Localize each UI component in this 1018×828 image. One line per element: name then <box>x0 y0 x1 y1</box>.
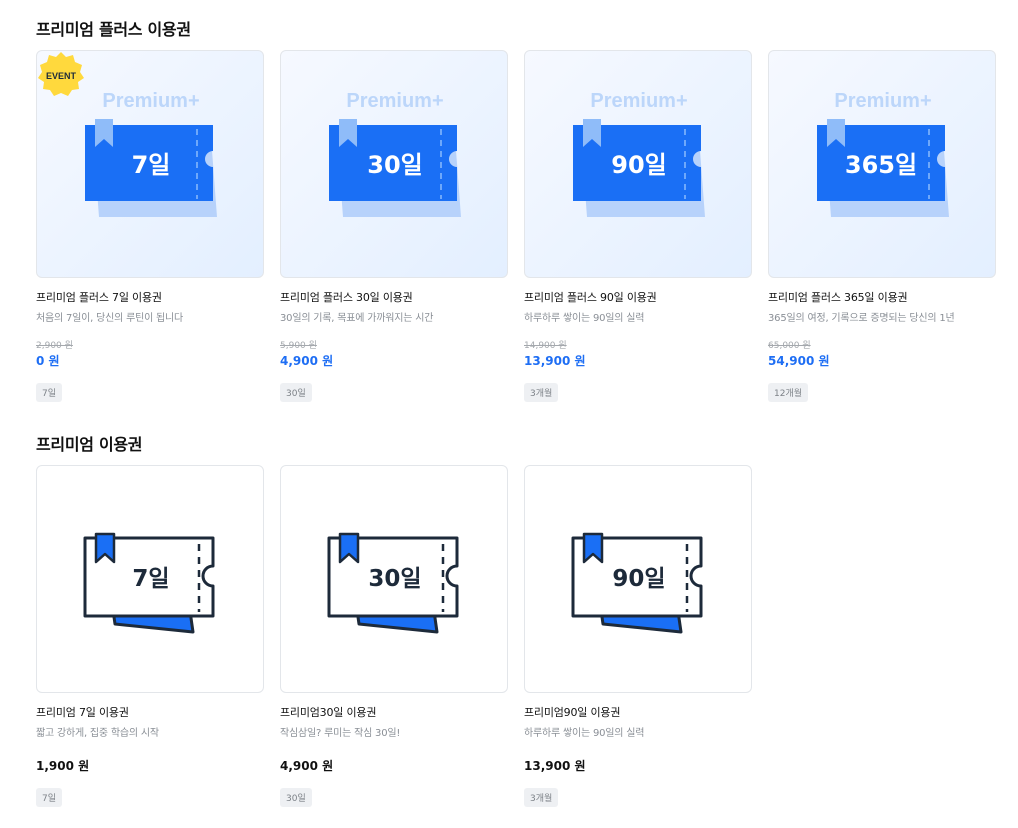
premium-plus-label: Premium+ <box>102 90 199 112</box>
duration-tag: 3개월 <box>524 383 559 402</box>
original-price: 5,900 원 <box>280 341 317 351</box>
card-subtitle: 처음의 7일이, 당신의 루틴이 됩니다 <box>36 313 184 324</box>
card-subtitle: 하루하루 쌓이는 90일의 실력 <box>524 728 645 739</box>
ticket-days-label: 90일 <box>612 566 665 592</box>
basic-section-title: 프리미엄 이용권 <box>36 435 143 454</box>
basic-card-90[interactable]: 90일 프리미엄90일 이용권 하루하루 쌓이는 90일의 실력 13,900 … <box>524 465 752 807</box>
sale-price: 13,900 원 <box>524 354 586 368</box>
ticket-days-label: 30일 <box>368 566 421 592</box>
ticket-thumbnail: Premium+ 7일 EVENT <box>36 50 264 278</box>
ticket-plus-icon: Premium+ 30일 <box>329 90 461 217</box>
ticket-plus-icon: Premium+ 365일 <box>817 90 949 217</box>
ticket-days-label: 7일 <box>132 151 171 179</box>
premium-plus-label: Premium+ <box>834 90 931 112</box>
plus-card-7[interactable]: Premium+ 7일 EVENT 프리미엄 플러스 7일 이용권 처음의 7일… <box>36 50 264 402</box>
ticket-thumbnail: 7일 <box>36 465 264 693</box>
card-subtitle: 짧고 강하게, 집중 학습의 시작 <box>36 728 159 739</box>
plus-card-30[interactable]: Premium+ 30일 프리미엄 플러스 30일 이용권 30일의 기록, 목… <box>280 50 508 402</box>
sale-price: 0 원 <box>36 354 60 368</box>
duration-tag: 12개월 <box>768 383 809 402</box>
duration-tag: 30일 <box>280 383 312 402</box>
card-title: 프리미엄 플러스 7일 이용권 <box>36 291 162 304</box>
ticket-days-label: 90일 <box>611 151 666 179</box>
duration-tag: 30일 <box>280 788 312 807</box>
sale-price: 4,900 원 <box>280 354 334 368</box>
price: 13,900 원 <box>524 759 586 773</box>
ticket-outline-icon: 7일 <box>83 532 215 634</box>
premium-plus-label: Premium+ <box>590 90 687 112</box>
ticket-days-label: 30일 <box>367 151 422 179</box>
ticket-plus-icon: Premium+ 90일 <box>573 90 705 217</box>
ticket-thumbnail: 90일 <box>524 465 752 693</box>
ticket-days-label: 7일 <box>132 566 169 592</box>
basic-card-7[interactable]: 7일 프리미엄 7일 이용권 짧고 강하게, 집중 학습의 시작 1,900 원… <box>36 465 264 807</box>
ticket-outline-icon: 30일 <box>327 532 459 634</box>
card-subtitle: 365일의 여정, 기록으로 증명되는 당신의 1년 <box>768 313 955 324</box>
ticket-outline-icon: 90일 <box>571 532 703 634</box>
ticket-thumbnail: Premium+ 30일 <box>280 50 508 278</box>
card-subtitle: 30일의 기록, 목표에 가까워지는 시간 <box>280 313 434 324</box>
plus-card-90[interactable]: Premium+ 90일 프리미엄 플러스 90일 이용권 하루하루 쌓이는 9… <box>524 50 752 402</box>
premium-plus-label: Premium+ <box>346 90 443 112</box>
card-title: 프리미엄90일 이용권 <box>524 706 621 719</box>
price: 4,900 원 <box>280 759 334 773</box>
card-title: 프리미엄 플러스 365일 이용권 <box>768 291 908 304</box>
card-subtitle: 작심삼일? 루미는 작심 30일! <box>280 728 401 739</box>
ticket-thumbnail: Premium+ 365일 <box>768 50 996 278</box>
original-price: 14,900 원 <box>524 341 567 351</box>
duration-tag: 3개월 <box>524 788 559 807</box>
card-title: 프리미엄30일 이용권 <box>280 706 377 719</box>
card-title: 프리미엄 플러스 30일 이용권 <box>280 291 413 304</box>
sale-price: 54,900 원 <box>768 354 830 368</box>
ticket-days-label: 365일 <box>845 151 917 179</box>
original-price: 65,000 원 <box>768 341 811 351</box>
card-title: 프리미엄 7일 이용권 <box>36 706 129 719</box>
basic-card-30[interactable]: 30일 프리미엄30일 이용권 작심삼일? 루미는 작심 30일! 4,900 … <box>280 465 508 807</box>
event-badge-icon: EVENT <box>38 52 84 96</box>
duration-tag: 7일 <box>36 788 63 807</box>
duration-tag: 7일 <box>36 383 63 402</box>
card-title: 프리미엄 플러스 90일 이용권 <box>524 291 657 304</box>
event-badge-label: EVENT <box>46 71 77 81</box>
plus-card-365[interactable]: Premium+ 365일 프리미엄 플러스 365일 이용권 365일의 여정… <box>768 50 996 402</box>
price: 1,900 원 <box>36 759 90 773</box>
ticket-thumbnail: Premium+ 90일 <box>524 50 752 278</box>
ticket-thumbnail: 30일 <box>280 465 508 693</box>
card-subtitle: 하루하루 쌓이는 90일의 실력 <box>524 313 645 324</box>
original-price: 2,900 원 <box>36 341 73 351</box>
plus-section-title: 프리미엄 플러스 이용권 <box>36 20 191 39</box>
